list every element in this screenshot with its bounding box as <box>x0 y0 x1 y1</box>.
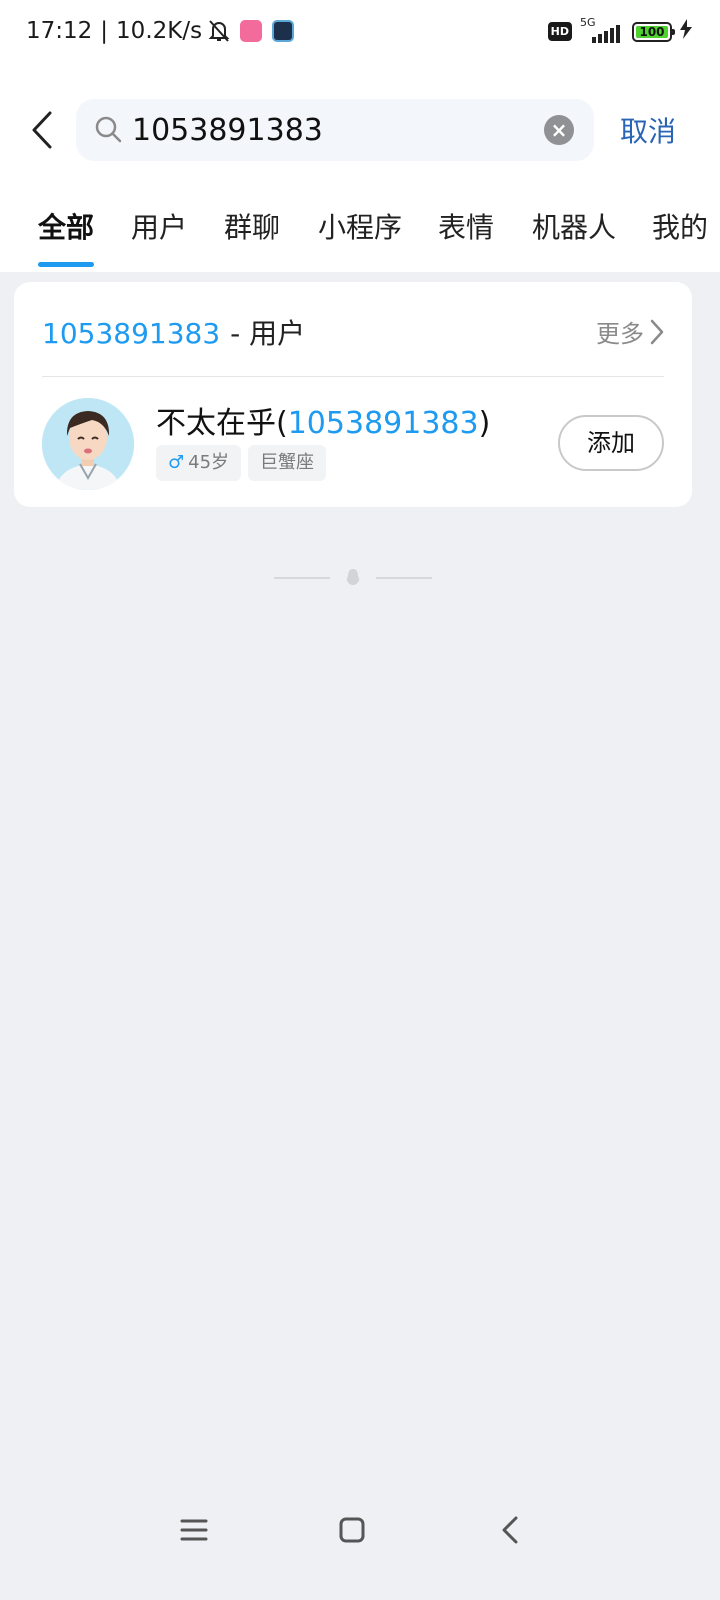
tab-bots[interactable]: 机器人 <box>532 206 616 246</box>
tab-mini-programs[interactable]: 小程序 <box>318 206 402 246</box>
menu-icon[interactable] <box>174 1510 214 1550</box>
game-app-icon <box>272 20 295 42</box>
status-right: HD 5G 100 <box>547 16 692 44</box>
tab-mine[interactable]: 我的 <box>652 206 708 246</box>
tab-users[interactable]: 用户 <box>131 206 187 246</box>
tab-groups[interactable]: 群聊 <box>224 206 280 246</box>
user-name[interactable]: 不太在乎(1053891383) <box>156 398 490 442</box>
hd-badge: HD <box>547 22 572 41</box>
bilibili-icon <box>240 20 263 42</box>
tab-stickers[interactable]: 表情 <box>438 206 494 246</box>
user-name-highlight: 1053891383 <box>287 406 479 441</box>
search-icon <box>94 115 124 149</box>
add-friend-button[interactable]: 添加 <box>558 415 664 471</box>
chevron-left-icon <box>32 111 52 149</box>
search-box[interactable]: × <box>76 99 594 161</box>
charging-icon <box>680 19 692 44</box>
cancel-button[interactable]: 取消 <box>620 110 676 150</box>
status-time: 17:12 <box>26 18 93 44</box>
status-separator: | <box>100 18 109 44</box>
active-tab-indicator <box>38 262 94 267</box>
top-area: 17:12 | 10.2K/s HD 5G 100 1053891383 × 取… <box>0 0 720 272</box>
system-nav-bar <box>0 1500 720 1560</box>
battery-icon: 100 <box>632 21 675 42</box>
status-bar: 17:12 | 10.2K/s HD 5G 100 <box>0 0 720 66</box>
result-section-header: 1053891383 - 用户 <box>42 312 305 352</box>
user-name-prefix: 不太在乎( <box>156 406 288 441</box>
back-button[interactable] <box>22 104 62 156</box>
chevron-right-icon <box>650 319 664 344</box>
user-result-card: 1053891383- 用户 更多 不太在乎(1053891383) ♂ 45岁 … <box>14 282 692 507</box>
penguin-icon <box>346 569 360 585</box>
zodiac-tag: 巨蟹座 <box>248 445 326 481</box>
more-label: 更多 <box>596 320 644 348</box>
status-left: 17:12 | 10.2K/s <box>26 18 295 44</box>
more-link[interactable]: 更多 <box>596 314 664 349</box>
signal-icon: 5G <box>580 16 624 44</box>
result-query: 1053891383 <box>42 317 221 350</box>
divider <box>42 376 664 377</box>
battery-level: 100 <box>636 25 668 38</box>
result-category: - 用户 <box>230 317 306 350</box>
avatar[interactable] <box>42 398 134 490</box>
status-net-speed: 10.2K/s <box>116 18 203 44</box>
back-nav-icon[interactable] <box>490 1510 530 1550</box>
tab-all[interactable]: 全部 <box>38 206 94 246</box>
home-icon[interactable] <box>332 1510 372 1550</box>
end-line-right <box>376 577 432 579</box>
end-of-results-marker <box>274 568 434 588</box>
clear-search-button[interactable]: × <box>544 115 574 145</box>
search-tabs: 全部 用户 群聊 小程序 表情 机器人 我的 <box>0 200 720 272</box>
end-line-left <box>274 577 330 579</box>
age-tag: ♂ 45岁 <box>156 445 242 481</box>
male-icon: ♂ <box>168 452 185 473</box>
age-label: 45岁 <box>188 452 230 473</box>
user-name-suffix: ) <box>478 406 491 441</box>
bell-off-icon <box>208 19 230 43</box>
search-input[interactable] <box>132 109 532 151</box>
